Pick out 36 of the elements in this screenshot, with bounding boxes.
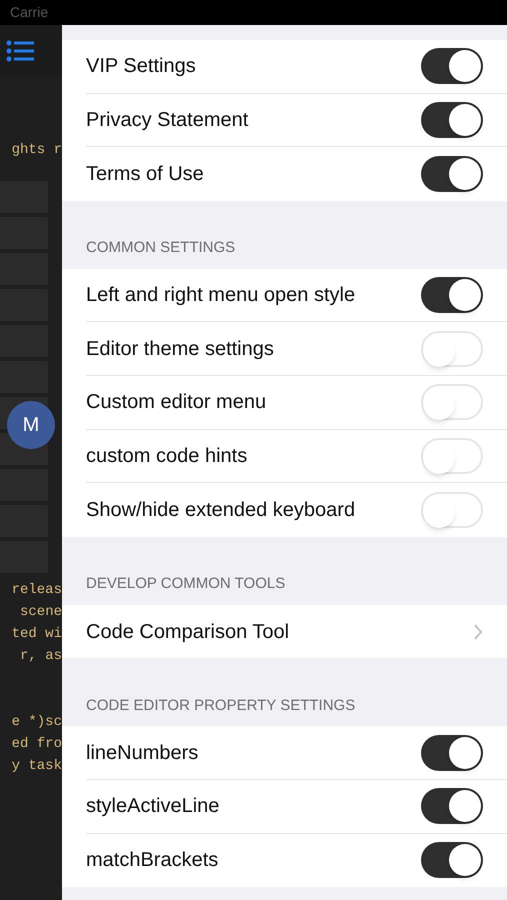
toggle-switch[interactable] — [421, 330, 483, 367]
setting-label: VIP Settings — [86, 54, 197, 80]
toggle-switch[interactable] — [421, 48, 483, 84]
setting-label: matchBrackets — [86, 848, 220, 874]
code-line: scene — [20, 602, 62, 622]
section-header: DEVELOP COMMON TOOLS — [86, 574, 286, 594]
code-line: ted wi — [12, 624, 62, 644]
toggle-switch[interactable] — [421, 788, 483, 824]
setting-label: Privacy Statement — [86, 108, 250, 133]
toggle-switch[interactable] — [421, 102, 483, 138]
setting-label: Terms of Use — [86, 162, 205, 187]
setting-label: styleActiveLine — [86, 794, 220, 820]
toggle-switch[interactable] — [421, 492, 483, 528]
setting-label: Editor theme settings — [86, 336, 275, 362]
toggle-switch[interactable] — [421, 842, 483, 878]
section-header: CODE EDITOR PROPERTY SETTINGS — [86, 696, 356, 716]
setting-label: Code Comparison Tool — [86, 620, 290, 645]
code-line: ed fro — [12, 734, 62, 754]
section-header: COMMON SETTINGS — [86, 238, 236, 258]
code-line: releas — [12, 580, 62, 600]
carrier-label: Carrie — [10, 3, 48, 22]
code-line: r, as — [20, 646, 62, 666]
setting-label: Custom editor menu — [86, 390, 268, 416]
setting-label: Show/hide extended keyboard — [86, 498, 356, 523]
menu-icon[interactable] — [6, 40, 34, 62]
setting-label: custom code hints — [86, 444, 248, 469]
code-line: y task — [12, 756, 62, 776]
toggle-switch[interactable] — [421, 277, 483, 314]
code-line: e *)sc — [12, 712, 62, 732]
toggle-switch[interactable] — [421, 156, 483, 192]
toggle-switch[interactable] — [421, 384, 483, 420]
setting-label: lineNumbers — [86, 740, 200, 766]
toggle-switch[interactable] — [421, 734, 483, 771]
toggle-switch[interactable] — [421, 438, 483, 474]
code-line: ghts r — [12, 141, 62, 160]
setting-label: Left and right menu open style — [86, 283, 356, 308]
